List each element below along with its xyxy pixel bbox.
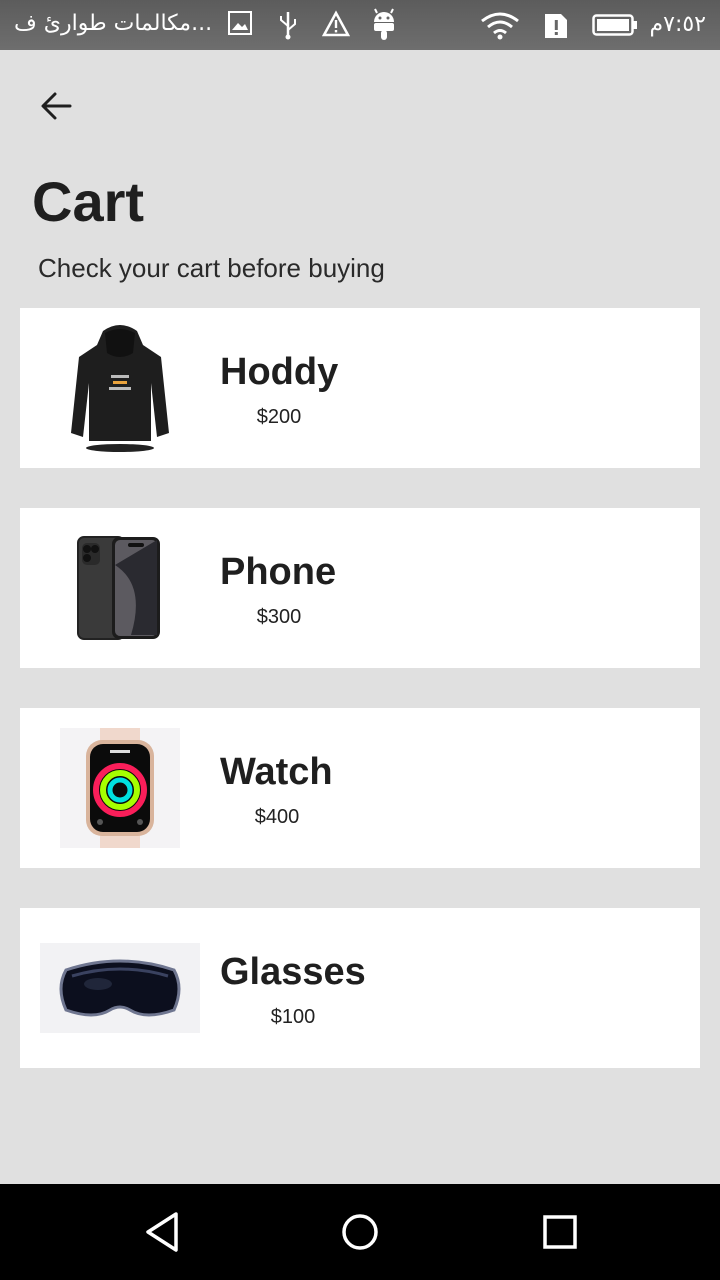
cart-item-hoddy[interactable]: Hoddy $200: [20, 308, 700, 468]
page-title: Cart: [32, 170, 145, 233]
image-icon: [228, 10, 252, 41]
home-circle-icon: [342, 1214, 378, 1250]
vr-glasses-image: [40, 943, 200, 1033]
battery-icon: [592, 14, 638, 41]
page-subtitle: Check your cart before buying: [38, 253, 385, 283]
arrow-left-icon: [41, 92, 72, 120]
cart-item-phone[interactable]: Phone $300: [20, 508, 700, 668]
phone-image: [74, 534, 164, 642]
item-price: $300: [256, 606, 302, 628]
recents-square-icon: [543, 1215, 577, 1249]
usb-icon: [278, 10, 298, 45]
cart-item-glasses[interactable]: Glasses $100: [20, 908, 700, 1068]
back-button[interactable]: [28, 82, 84, 130]
item-price: $100: [270, 1006, 316, 1028]
watch-image: [60, 728, 180, 848]
item-name: Hoddy: [220, 351, 339, 393]
notification-text: مكالمات طوارئ ف...: [14, 11, 213, 36]
clock: ٧:٥٢م: [649, 12, 707, 37]
item-name: Phone: [220, 551, 337, 593]
warning-icon: [321, 10, 351, 43]
wifi-icon: [480, 12, 520, 45]
hoodie-image: [60, 320, 180, 456]
nav-recents-button[interactable]: [530, 1208, 590, 1256]
back-triangle-icon: [146, 1212, 178, 1252]
nav-back-button[interactable]: [132, 1208, 192, 1256]
nav-home-button[interactable]: [330, 1208, 390, 1256]
item-price: $400: [254, 806, 300, 828]
sim-alert-icon: [542, 12, 570, 45]
status-bar: مكالمات طوارئ ف... ٧:٥٢م: [0, 0, 720, 50]
navigation-bar: [0, 1184, 720, 1280]
item-name: Glasses: [220, 951, 366, 993]
item-name: Watch: [220, 751, 333, 793]
cart-item-watch[interactable]: Watch $400: [20, 708, 700, 868]
android-icon: [370, 8, 398, 47]
item-price: $200: [256, 406, 302, 428]
